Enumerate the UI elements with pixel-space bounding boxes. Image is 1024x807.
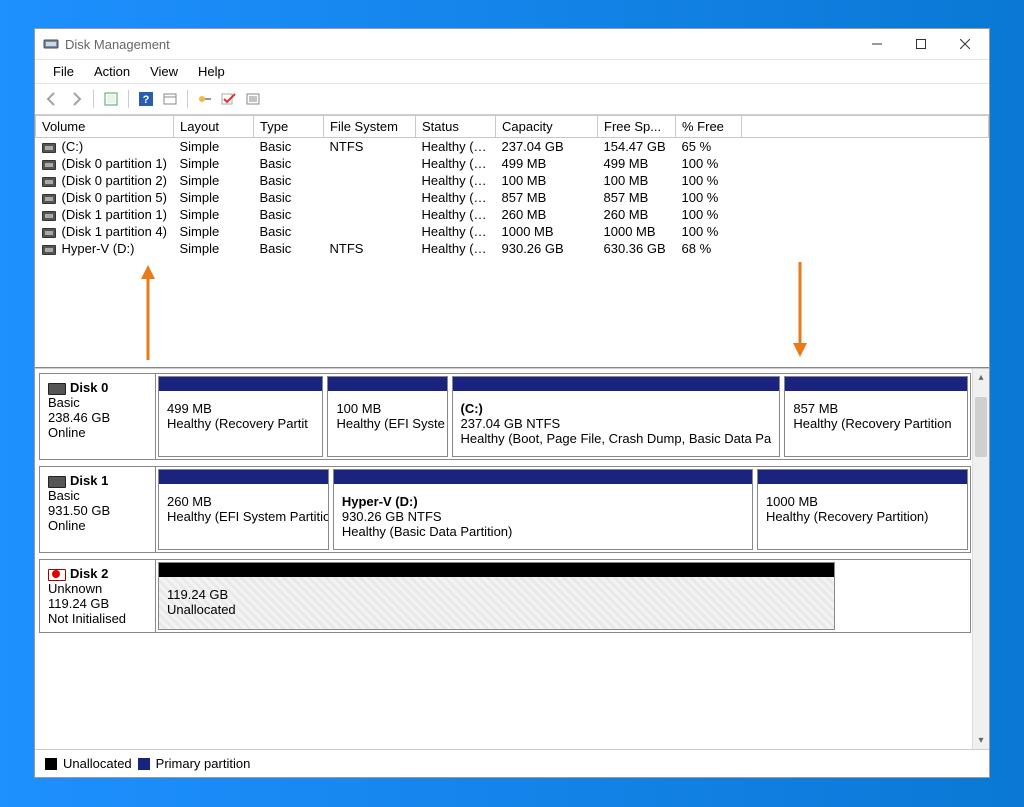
refresh-button[interactable] [100, 88, 122, 110]
volume-list-pane: Volume Layout Type File System Status Ca… [35, 115, 989, 368]
volume-icon [42, 143, 56, 153]
menu-action[interactable]: Action [84, 60, 140, 83]
legend-bar: Unallocated Primary partition [35, 749, 989, 777]
help-button[interactable]: ? [135, 88, 157, 110]
disk-graphical-pane: Disk 0Basic238.46 GBOnline499 MBHealthy … [35, 368, 989, 749]
disk-management-window: Disk Management File Action View Help ? [34, 28, 990, 778]
col-pct[interactable]: % Free [676, 116, 742, 138]
col-spacer [742, 116, 989, 138]
legend-unallocated-swatch [45, 758, 57, 770]
minimize-button[interactable] [855, 29, 899, 59]
col-fs[interactable]: File System [324, 116, 416, 138]
partition[interactable]: 499 MBHealthy (Recovery Partit [158, 376, 323, 457]
annotation-arrow-up [141, 265, 155, 368]
action-button[interactable] [194, 88, 216, 110]
col-layout[interactable]: Layout [174, 116, 254, 138]
partition[interactable]: 260 MBHealthy (EFI System Partitio [158, 469, 329, 550]
check-button[interactable] [218, 88, 240, 110]
volume-icon [42, 160, 56, 170]
col-volume[interactable]: Volume [36, 116, 174, 138]
list-button[interactable] [242, 88, 264, 110]
volume-row[interactable]: (Disk 1 partition 4)SimpleBasicHealthy (… [36, 223, 989, 240]
volume-row[interactable]: (C:)SimpleBasicNTFSHealthy (B...237.04 G… [36, 138, 989, 156]
close-button[interactable] [943, 29, 987, 59]
vertical-scrollbar[interactable]: ▴ ▾ [972, 369, 989, 749]
app-icon [43, 36, 59, 52]
partition[interactable]: 1000 MBHealthy (Recovery Partition) [757, 469, 968, 550]
volume-icon [42, 177, 56, 187]
disk-icon [48, 476, 66, 488]
partition[interactable]: 100 MBHealthy (EFI Syste [327, 376, 447, 457]
disk-label[interactable]: Disk 1Basic931.50 GBOnline [40, 467, 156, 552]
col-capacity[interactable]: Capacity [496, 116, 598, 138]
col-status[interactable]: Status [416, 116, 496, 138]
volume-row[interactable]: Hyper-V (D:)SimpleBasicNTFSHealthy (B...… [36, 240, 989, 257]
window-title: Disk Management [65, 37, 170, 52]
disk-icon [48, 569, 66, 581]
scroll-up-icon[interactable]: ▴ [973, 369, 989, 386]
legend-unallocated-label: Unallocated [63, 756, 132, 771]
disk-row: Disk 0Basic238.46 GBOnline499 MBHealthy … [39, 373, 971, 460]
forward-button[interactable] [65, 88, 87, 110]
annotation-arrow-down [793, 257, 807, 360]
titlebar[interactable]: Disk Management [35, 29, 989, 59]
scrollbar-thumb[interactable] [975, 397, 987, 457]
col-free[interactable]: Free Sp... [598, 116, 676, 138]
disk-icon [48, 383, 66, 395]
disk-row: Disk 2Unknown119.24 GBNot Initialised119… [39, 559, 971, 633]
menu-help[interactable]: Help [188, 60, 235, 83]
menu-file[interactable]: File [43, 60, 84, 83]
partition[interactable]: 857 MBHealthy (Recovery Partition [784, 376, 968, 457]
col-type[interactable]: Type [254, 116, 324, 138]
volume-row[interactable]: (Disk 0 partition 1)SimpleBasicHealthy (… [36, 155, 989, 172]
partition[interactable]: (C:)237.04 GB NTFSHealthy (Boot, Page Fi… [452, 376, 781, 457]
partition[interactable]: Hyper-V (D:)930.26 GB NTFSHealthy (Basic… [333, 469, 753, 550]
menubar: File Action View Help [35, 59, 989, 84]
scroll-down-icon[interactable]: ▾ [973, 732, 989, 749]
disk-row: Disk 1Basic931.50 GBOnline260 MBHealthy … [39, 466, 971, 553]
disk-label[interactable]: Disk 2Unknown119.24 GBNot Initialised [40, 560, 156, 632]
legend-primary-swatch [138, 758, 150, 770]
unallocated-partition[interactable]: 119.24 GBUnallocated [158, 562, 835, 630]
disk-label[interactable]: Disk 0Basic238.46 GBOnline [40, 374, 156, 459]
volume-table[interactable]: Volume Layout Type File System Status Ca… [35, 115, 989, 257]
volume-row[interactable]: (Disk 0 partition 5)SimpleBasicHealthy (… [36, 189, 989, 206]
volume-icon [42, 245, 56, 255]
legend-primary-label: Primary partition [156, 756, 251, 771]
settings-button[interactable] [159, 88, 181, 110]
volume-icon [42, 211, 56, 221]
svg-text:?: ? [143, 94, 150, 106]
volume-row[interactable]: (Disk 1 partition 1)SimpleBasicHealthy (… [36, 206, 989, 223]
volume-icon [42, 228, 56, 238]
volume-icon [42, 194, 56, 204]
volume-row[interactable]: (Disk 0 partition 2)SimpleBasicHealthy (… [36, 172, 989, 189]
menu-view[interactable]: View [140, 60, 188, 83]
maximize-button[interactable] [899, 29, 943, 59]
back-button[interactable] [41, 88, 63, 110]
toolbar: ? [35, 84, 989, 115]
